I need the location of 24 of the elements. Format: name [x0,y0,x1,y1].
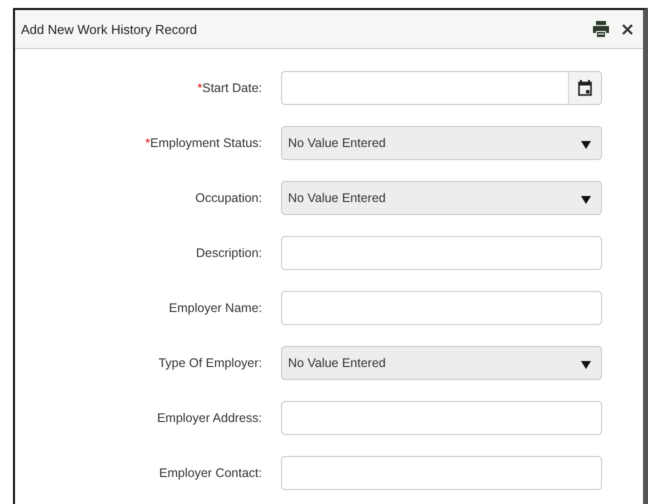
field-label: Type Of Employer: [157,356,263,370]
caret-icon [581,196,591,204]
print-icon[interactable] [592,21,610,37]
close-icon[interactable] [622,24,633,34]
field-label: *Employment Status: [144,136,263,150]
dropdown[interactable]: No Value Entered [281,181,602,215]
field-label: *Start Date: [196,81,263,95]
date-field[interactable] [281,71,602,105]
calendar-icon [578,80,592,96]
caret-icon [581,360,591,368]
text-field[interactable] [281,291,602,325]
field-label: Employer Name: [168,301,263,315]
field-label: Employer Address: [156,411,263,425]
dropdown[interactable]: No Value Entered [281,346,602,380]
calendar-button[interactable] [568,72,601,104]
field-label: Description: [195,246,263,260]
dialog-title: Add New Work History Record [21,22,198,36]
caret-icon [581,140,591,148]
dropdown[interactable]: No Value Entered [281,126,602,160]
text-field[interactable] [281,401,602,435]
text-field[interactable] [281,236,602,270]
field-label: Employer Contact: [158,466,263,480]
text-field[interactable] [281,456,602,490]
field-label: Occupation: [194,191,263,205]
